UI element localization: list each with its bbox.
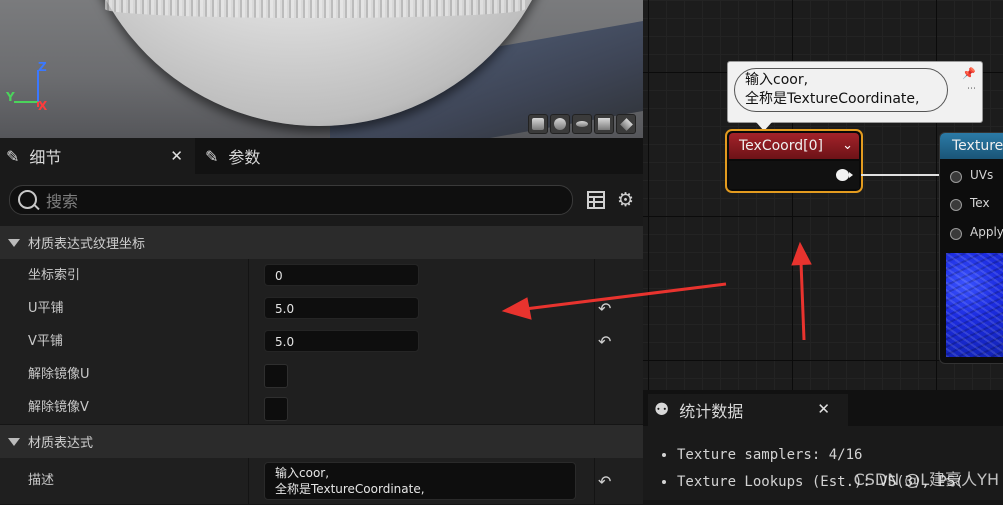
property-label: 坐标索引 xyxy=(28,268,81,283)
search-input[interactable] xyxy=(44,189,548,213)
v-tiling-input[interactable]: 5.0 xyxy=(264,330,419,352)
section-header-texture-coordinate[interactable]: 材质表达式纹理坐标 xyxy=(0,226,643,260)
details-panel: ✎ 细节 ✕ ✎ 参数 ⚙ 材质表达式纹理坐标 坐标索引 0 U平铺 5.0 xyxy=(0,138,643,505)
texcoord-node[interactable]: TexCoord[0] ⌄ xyxy=(725,129,863,193)
tab-stats-label: 统计数据 xyxy=(679,402,744,421)
description-line: 输入coor, xyxy=(275,466,330,480)
property-row-coordinate-index: 坐标索引 0 xyxy=(0,259,643,293)
input-pin-apply[interactable] xyxy=(950,228,962,240)
description-textarea[interactable]: 输入coor, 全称是TextureCoordinate, xyxy=(264,462,576,500)
reset-to-default-icon[interactable]: ↶ xyxy=(598,299,611,318)
sphere-icon[interactable] xyxy=(550,114,570,134)
tab-parameters-label: 参数 xyxy=(228,148,261,167)
property-row-v-tiling: V平铺 5.0 ↶ xyxy=(0,325,643,359)
property-row-description: 描述 输入coor, 全称是TextureCoordinate, ↶ xyxy=(0,458,643,505)
stats-tab-bar: ⚉ 统计数据 ✕ xyxy=(643,390,1003,426)
reset-to-default-icon[interactable]: ↶ xyxy=(598,472,611,491)
tab-stats[interactable]: ⚉ 统计数据 ✕ xyxy=(648,394,848,426)
texture-preview xyxy=(946,253,1003,357)
cube-icon[interactable] xyxy=(594,114,614,134)
watermark: CSDN @L建豪人YH xyxy=(853,470,999,489)
property-label: U平铺 xyxy=(28,301,64,316)
description-line: 全称是TextureCoordinate, xyxy=(275,482,425,496)
stats-icon: ⚉ xyxy=(654,400,670,420)
close-icon[interactable]: ✕ xyxy=(170,147,183,165)
comment-bubble[interactable]: 输入coor, 全称是TextureCoordinate, 📌 ⋯ xyxy=(727,61,983,131)
search-icon xyxy=(18,190,37,209)
material-graph-canvas[interactable]: 输入coor, 全称是TextureCoordinate, 📌 ⋯ TexCoo… xyxy=(643,0,1003,390)
reset-to-default-icon[interactable]: ↶ xyxy=(598,332,611,351)
table-view-icon[interactable] xyxy=(587,191,605,209)
gear-icon[interactable]: ⚙ xyxy=(617,191,634,210)
search-box[interactable] xyxy=(9,185,573,215)
property-label: 描述 xyxy=(28,473,55,488)
u-tiling-input[interactable]: 5.0 xyxy=(264,297,419,319)
node-header: TexCoord[0] ⌄ xyxy=(729,133,859,159)
cylinder-icon[interactable] xyxy=(528,114,548,134)
stats-line: Texture samplers: 4/16 xyxy=(677,442,964,469)
section-header-material-expression[interactable]: 材质表达式 xyxy=(0,425,643,459)
comment-text: 输入coor, 全称是TextureCoordinate, xyxy=(734,68,948,112)
node-header: Texture xyxy=(940,133,1003,159)
unmirror-v-checkbox[interactable] xyxy=(264,397,288,421)
connection-wire xyxy=(861,174,951,176)
unmirror-u-checkbox[interactable] xyxy=(264,364,288,388)
property-label: 解除镜像U xyxy=(28,367,90,382)
axis-x-label: X xyxy=(38,99,48,113)
collapse-arrow-icon xyxy=(8,437,20,446)
output-pin[interactable] xyxy=(836,169,853,181)
search-row xyxy=(0,174,643,226)
axis-z-label: Z xyxy=(38,60,47,74)
property-row-unmirror-u: 解除镜像U xyxy=(0,358,643,392)
property-label: V平铺 xyxy=(28,334,63,349)
coordinate-index-input[interactable]: 0 xyxy=(264,264,419,286)
preview-sphere-texture xyxy=(105,0,525,18)
node-body xyxy=(729,161,859,189)
close-icon[interactable]: ✕ xyxy=(817,400,830,418)
comment-line: 输入coor, xyxy=(745,72,809,88)
details-tab-bar: ✎ 细节 ✕ ✎ 参数 xyxy=(0,138,643,174)
tab-details[interactable]: ✎ 细节 ✕ xyxy=(0,138,195,174)
pencil-icon: ✎ xyxy=(205,146,219,166)
input-label: UVs xyxy=(970,168,994,182)
plane-icon[interactable] xyxy=(572,114,592,134)
more-icon[interactable]: ⋯ xyxy=(967,84,976,94)
node-title: TexCoord[0] xyxy=(739,138,823,154)
collapse-arrow-icon xyxy=(8,238,20,247)
property-row-u-tiling: U平铺 5.0 ↶ xyxy=(0,292,643,326)
property-row-unmirror-v: 解除镜像V xyxy=(0,391,643,425)
section-title: 材质表达式纹理坐标 xyxy=(28,237,146,252)
comment-line: 全称是TextureCoordinate, xyxy=(745,91,920,107)
tab-details-label: 细节 xyxy=(29,148,62,167)
tab-parameters[interactable]: ✎ 参数 xyxy=(199,138,319,174)
custom-mesh-icon[interactable] xyxy=(616,114,636,134)
pencil-icon: ✎ xyxy=(6,146,20,166)
input-label: Apply xyxy=(970,225,1003,239)
property-label: 解除镜像V xyxy=(28,400,89,415)
chevron-down-icon[interactable]: ⌄ xyxy=(842,133,853,159)
input-pin-tex[interactable] xyxy=(950,199,962,211)
texture-sample-node[interactable]: Texture UVs Tex Apply xyxy=(939,132,1003,364)
input-label: Tex xyxy=(970,196,990,210)
material-preview-viewport[interactable]: Z Y X xyxy=(0,0,643,138)
axis-y-label: Y xyxy=(6,90,15,104)
preview-shape-toolbar xyxy=(528,114,636,134)
section-title: 材质表达式 xyxy=(28,436,94,451)
pin-icon[interactable]: 📌 xyxy=(962,67,976,80)
input-pin-uvs[interactable] xyxy=(950,171,962,183)
